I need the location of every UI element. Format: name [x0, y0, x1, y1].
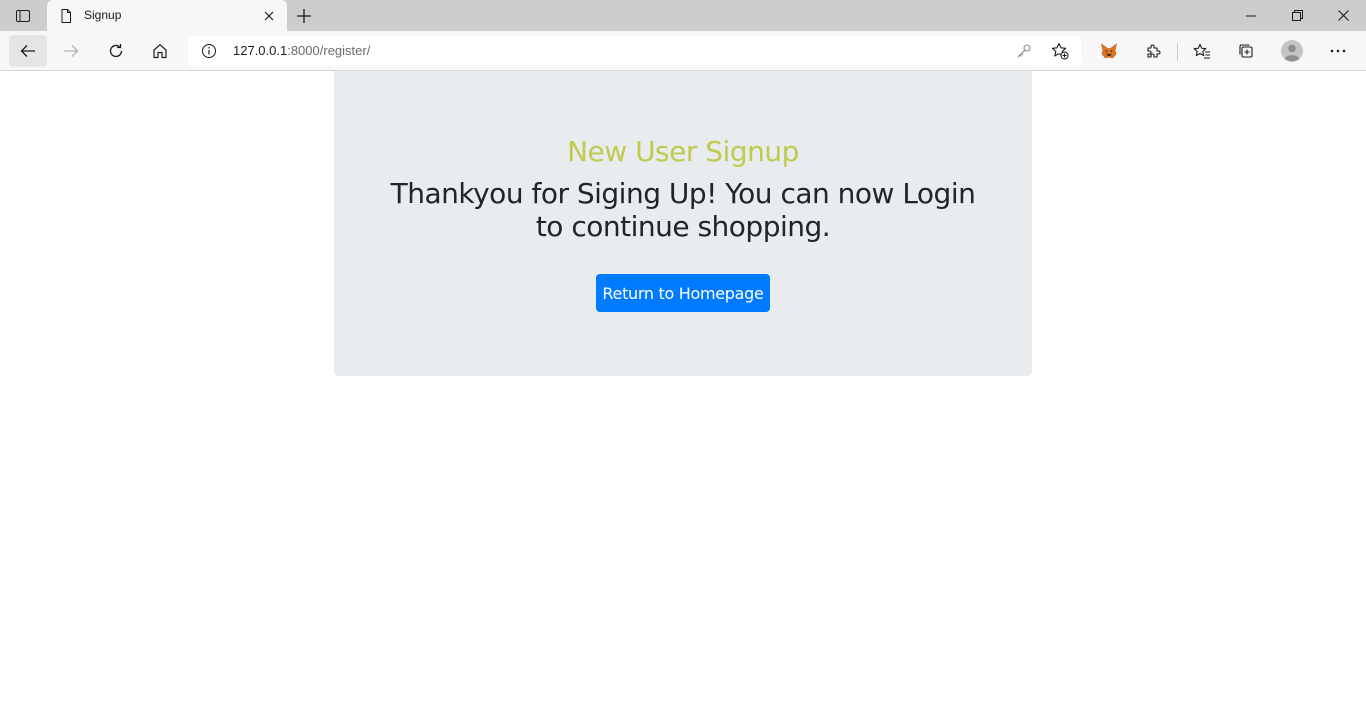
back-button[interactable] [9, 35, 47, 67]
refresh-button[interactable] [100, 35, 132, 67]
browser-toolbar: 127.0.0.1:8000/register/ [0, 31, 1366, 71]
browser-tab-active[interactable]: Signup [47, 0, 287, 31]
more-icon [1330, 49, 1346, 53]
browser-tab-bar: Signup [0, 0, 1366, 31]
return-to-homepage-button[interactable]: Return to Homepage [596, 274, 770, 312]
success-message: Thankyou for Siging Up! You can now Logi… [390, 177, 976, 243]
forward-button[interactable] [55, 35, 87, 67]
url-text[interactable]: 127.0.0.1:8000/register/ [233, 43, 370, 58]
close-icon [1337, 10, 1349, 21]
close-icon [264, 11, 274, 21]
favorites-icon [1193, 43, 1210, 59]
plus-icon [297, 9, 311, 23]
minimize-button[interactable] [1228, 0, 1274, 31]
home-button[interactable] [144, 35, 176, 67]
new-tab-button[interactable] [292, 4, 316, 28]
url-path: :8000/register/ [287, 43, 371, 58]
refresh-icon [109, 44, 123, 58]
tab-actions-icon [16, 9, 30, 22]
profile-button[interactable] [1276, 35, 1308, 67]
tab-title: Signup [84, 8, 122, 22]
signup-success-panel: New User Signup Thankyou for Siging Up! … [334, 71, 1032, 376]
tab-actions-button[interactable] [0, 0, 46, 31]
forward-arrow-icon [64, 45, 79, 57]
address-bar[interactable]: 127.0.0.1:8000/register/ [188, 36, 1081, 66]
collections-button[interactable] [1230, 35, 1262, 67]
metamask-extension-button[interactable] [1093, 35, 1125, 67]
puzzle-icon [1147, 44, 1161, 58]
toolbar-separator [1177, 43, 1178, 61]
restore-button[interactable] [1274, 0, 1320, 31]
more-button[interactable] [1322, 35, 1354, 67]
url-host: 127.0.0.1 [233, 43, 288, 58]
collections-icon [1239, 44, 1253, 58]
minimize-icon [1246, 15, 1256, 16]
avatar-icon [1281, 40, 1303, 62]
back-arrow-icon [20, 45, 35, 57]
fox-icon [1101, 43, 1117, 59]
home-icon [153, 44, 167, 59]
info-icon[interactable] [201, 43, 217, 59]
key-icon[interactable] [1016, 43, 1032, 59]
page-icon [61, 9, 71, 23]
extensions-button[interactable] [1137, 35, 1169, 67]
close-window-button[interactable] [1320, 0, 1366, 31]
close-tab-button[interactable] [261, 8, 277, 24]
star-add-icon[interactable] [1051, 42, 1069, 60]
favorites-button[interactable] [1186, 35, 1218, 67]
page-title: New User Signup [567, 135, 799, 168]
restore-icon [1291, 10, 1303, 21]
